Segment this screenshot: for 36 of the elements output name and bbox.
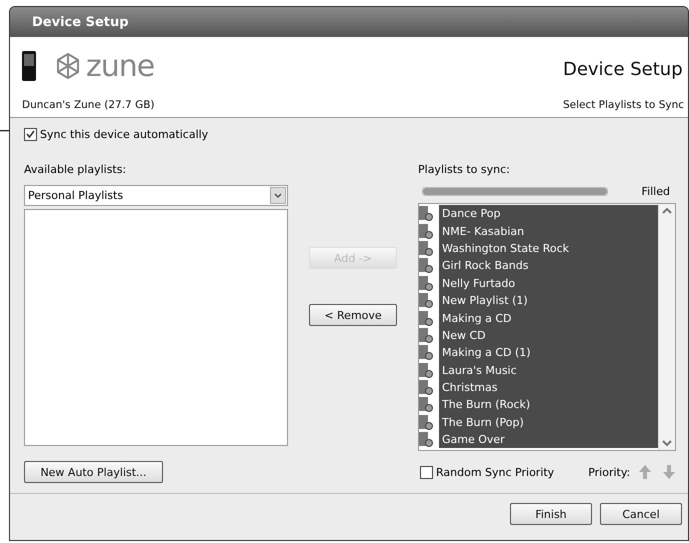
playlist-item[interactable]: Making a CD xyxy=(439,309,658,327)
playlist-item[interactable]: New Playlist (1) xyxy=(439,292,658,310)
scrollbar[interactable] xyxy=(658,204,675,450)
capacity-reading: Filled xyxy=(642,185,670,198)
playlist-item[interactable]: The Burn (Rock) xyxy=(439,396,658,414)
chevron-down-icon xyxy=(270,187,286,204)
playlist-item[interactable]: NME- Kasabian xyxy=(439,222,658,240)
checkbox-label: Sync this device automatically xyxy=(40,128,208,141)
playlist-item[interactable]: Nelly Furtado xyxy=(439,274,658,292)
playlist-item[interactable]: New CD xyxy=(439,326,658,344)
playlist-item[interactable]: Washington State Rock xyxy=(439,240,658,258)
device-name: Duncan's Zune (27.7 GB) xyxy=(22,99,156,113)
cancel-button[interactable]: Cancel xyxy=(600,503,682,525)
logo-icon xyxy=(54,52,82,80)
sync-list-label: Playlists to sync: xyxy=(418,163,511,178)
playlist-item[interactable]: The Burn (Pop) xyxy=(439,414,658,432)
page-subtitle: Select Playlists to Sync xyxy=(562,99,684,113)
playlist-item[interactable]: Making a CD (1) xyxy=(439,344,658,362)
playlist-item[interactable]: Laura's Music xyxy=(439,362,658,379)
checkbox-label: Random Sync Priority xyxy=(436,466,554,478)
playlist-item[interactable]: Christmas xyxy=(439,378,658,396)
playlist-item[interactable]: Dance Pop xyxy=(439,205,658,222)
window-title: Device Setup xyxy=(32,14,129,30)
random-priority-checkbox[interactable] xyxy=(420,466,433,478)
page-title: Device Setup xyxy=(562,59,684,80)
remove-button[interactable]: < Remove xyxy=(309,304,397,326)
priority-label: Priority: xyxy=(588,466,630,478)
sync-checkbox[interactable] xyxy=(24,128,37,141)
finish-button[interactable]: Finish xyxy=(510,503,592,525)
logo-wordmark: zune xyxy=(86,48,154,84)
category-dropdown[interactable]: Personal Playlists xyxy=(24,185,288,206)
device-icon xyxy=(22,51,36,81)
new-auto-playlist-button[interactable]: New Auto Playlist... xyxy=(24,461,163,483)
available-label: Available playlists: xyxy=(24,163,128,178)
playlist-item[interactable]: Game Over xyxy=(439,431,658,448)
playlist-item[interactable]: Girl Rock Bands xyxy=(439,257,658,275)
